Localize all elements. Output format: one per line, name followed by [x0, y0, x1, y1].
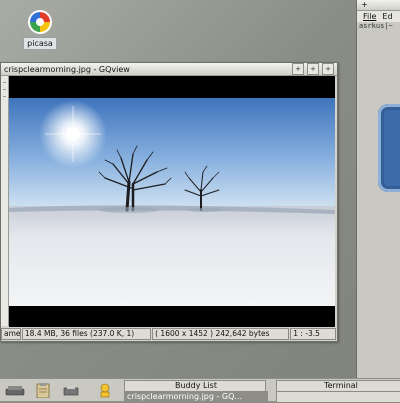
- window-title: crispclearmorning.jpg - GQview: [4, 64, 130, 74]
- printer-icon[interactable]: [62, 382, 80, 398]
- status-bar: ame 18.4 MB, 36 files (237.0 K, 1) ( 160…: [1, 327, 337, 340]
- clipboard-icon[interactable]: [34, 382, 52, 398]
- computer-icon[interactable]: [3, 382, 27, 398]
- status-image-info: ( 1600 x 1452 ) 242,642 bytes: [152, 328, 290, 340]
- menu-edit[interactable]: Ed: [382, 11, 392, 22]
- status-name: ame: [1, 328, 21, 340]
- buddy-icon[interactable]: [96, 382, 114, 398]
- menu-file[interactable]: File: [363, 11, 376, 22]
- desktop-icon-label: picasa: [23, 37, 57, 50]
- photo-image: [9, 98, 335, 306]
- window-titlebar[interactable]: crispclearmorning.jpg - GQview + + +: [1, 63, 337, 76]
- status-zoom: 1 : -3.5: [290, 328, 336, 340]
- taskbar: Buddy List crispclearmorning.jpg - GQ...…: [0, 378, 400, 403]
- close-icon[interactable]: +: [322, 63, 334, 75]
- image-viewer[interactable]: [9, 76, 335, 328]
- terminal-body[interactable]: asrkus|~: [357, 22, 400, 378]
- terminal-prompt: asrkus|~: [359, 22, 393, 30]
- status-folder-info: 18.4 MB, 36 files (237.0 K, 1): [21, 328, 152, 340]
- task-terminal-secondary[interactable]: [276, 391, 400, 403]
- maximize-icon[interactable]: +: [307, 63, 319, 75]
- task-gqview[interactable]: crispclearmorning.jpg - GQ...: [124, 391, 268, 403]
- sidebar-handle[interactable]: [1, 76, 9, 326]
- minimize-icon[interactable]: +: [292, 63, 304, 75]
- gqview-window: crispclearmorning.jpg - GQview + + + ame…: [0, 62, 338, 342]
- background-window-graphic: [378, 104, 400, 192]
- picasa-icon: [28, 10, 52, 34]
- desktop-icon-picasa[interactable]: picasa: [20, 10, 60, 50]
- terminal-titlebar[interactable]: +: [357, 0, 400, 11]
